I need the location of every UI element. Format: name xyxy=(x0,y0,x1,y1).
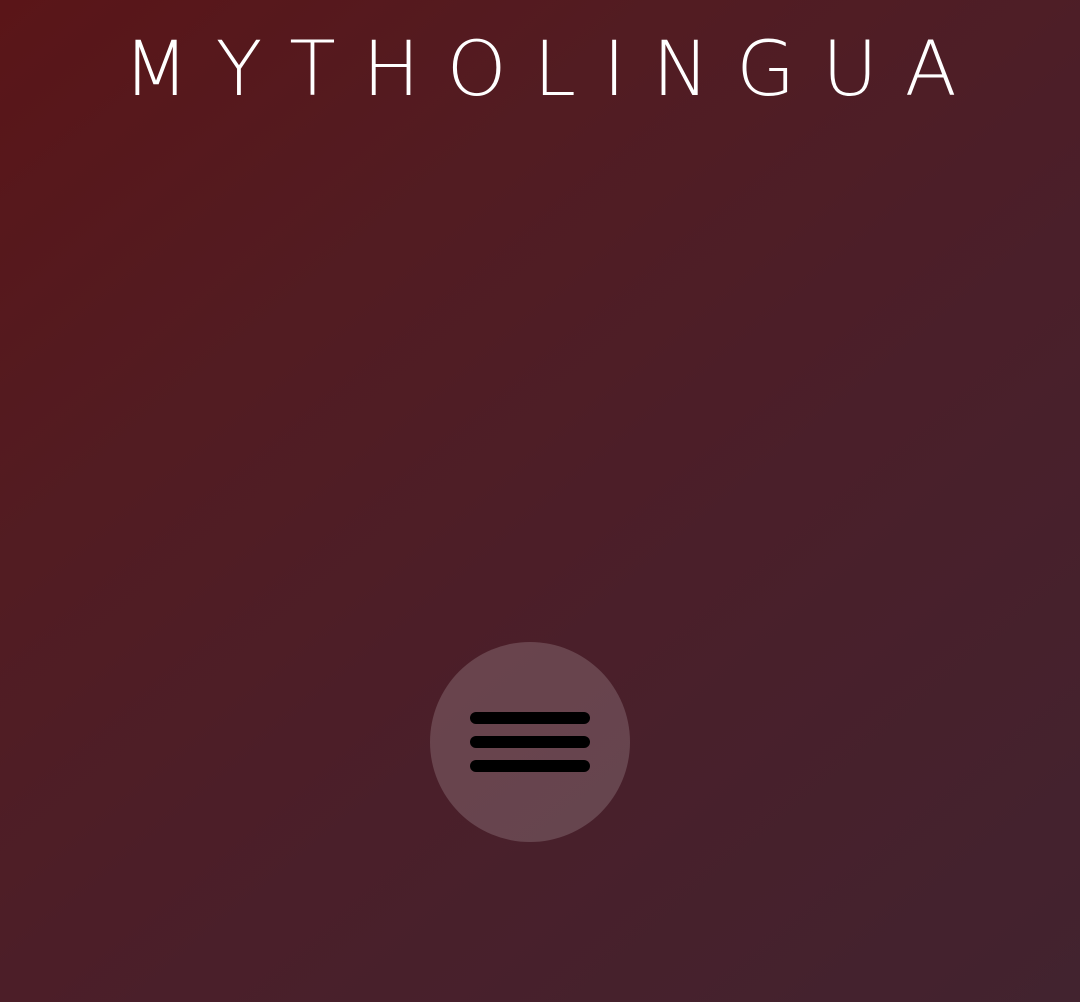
app-title: MYTHOLINGUA xyxy=(123,24,984,113)
hamburger-menu-icon xyxy=(470,712,590,772)
menu-button[interactable] xyxy=(430,642,630,842)
